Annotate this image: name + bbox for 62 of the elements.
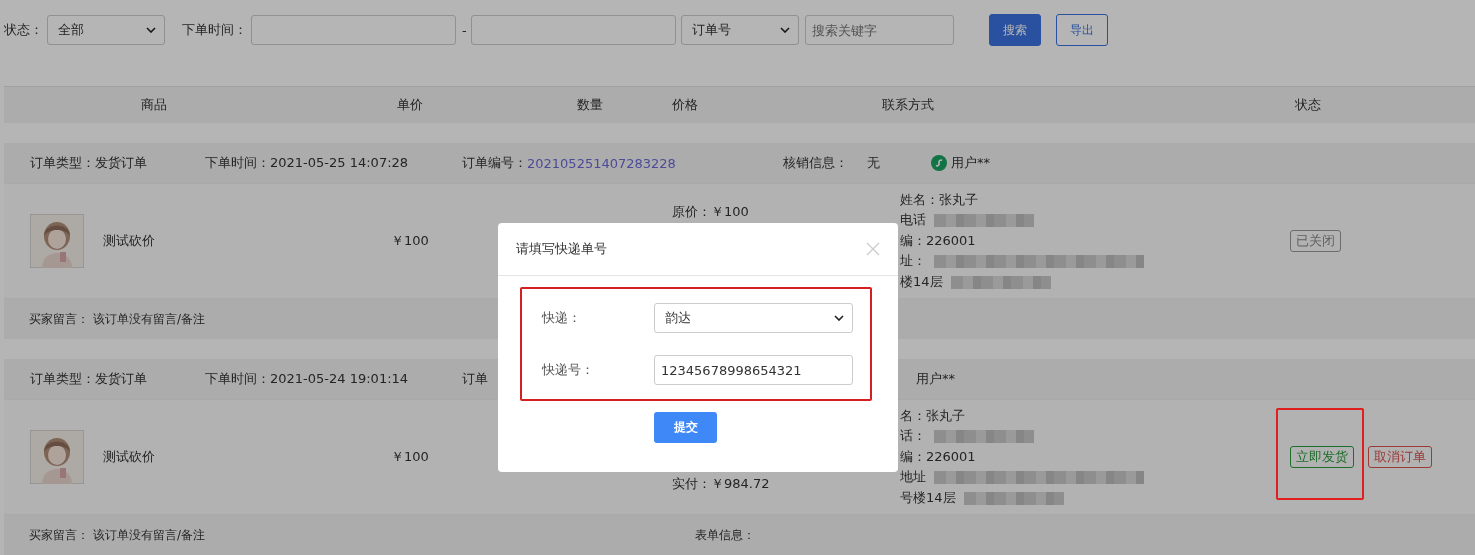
courier-select[interactable]: 韵达 bbox=[654, 303, 853, 333]
tracking-number-field[interactable]: 12345678998654321 bbox=[654, 355, 853, 385]
verify-value: 无 bbox=[867, 154, 881, 172]
contact-line: 编：226001 bbox=[900, 231, 976, 250]
order-time: 下单时间：2021-05-25 14:07:28 bbox=[205, 154, 410, 172]
product-name: 测试砍价 bbox=[103, 232, 155, 250]
link-icon bbox=[931, 155, 947, 171]
cancel-button[interactable]: 取消订单 bbox=[1368, 446, 1432, 468]
note-text: 该订单没有留言/备注 bbox=[93, 310, 206, 328]
contact-line: 名：张丸子 bbox=[900, 406, 965, 425]
column-header: 商品 bbox=[140, 96, 168, 114]
price-line: 原价：￥100 bbox=[672, 203, 749, 221]
column-header: 价格 bbox=[671, 96, 699, 114]
unit-price: ￥100 bbox=[391, 448, 429, 466]
note-label: 买家留言： bbox=[29, 526, 89, 544]
price-line: 实付：￥984.72 bbox=[672, 475, 770, 493]
verify-label: 核销信息： bbox=[783, 154, 849, 172]
search-type-select[interactable]: 订单号 bbox=[680, 15, 799, 45]
submit-button[interactable]: 提交 bbox=[654, 412, 717, 443]
user-name: 用户** bbox=[916, 370, 955, 388]
tracking-number-label: 快递号： bbox=[542, 361, 595, 379]
dialog-title: 请填写快递单号 bbox=[516, 240, 607, 258]
column-header: 数量 bbox=[576, 96, 604, 114]
order-type: 订单类型：发货订单 bbox=[30, 370, 148, 388]
contact-line: 电话 bbox=[900, 211, 926, 230]
order-number-label: 订单编号： bbox=[462, 154, 527, 172]
unit-price: ￥100 bbox=[391, 232, 429, 250]
start-date-field[interactable] bbox=[251, 15, 456, 45]
range-separator: - bbox=[462, 22, 467, 38]
chevron-down-icon bbox=[834, 315, 844, 321]
order-time: 下单时间：2021-05-24 19:01:14 bbox=[205, 370, 410, 388]
chevron-down-icon bbox=[146, 27, 156, 33]
ship-button[interactable]: 立即发货 bbox=[1290, 446, 1354, 468]
export-button[interactable]: 导出 bbox=[1055, 14, 1108, 46]
status-select[interactable]: 全部 bbox=[47, 15, 165, 45]
note-text: 该订单没有留言/备注 bbox=[93, 526, 206, 544]
status-label: 状态： bbox=[4, 21, 43, 39]
close-icon[interactable] bbox=[866, 242, 880, 256]
contact-line: 址： bbox=[900, 252, 926, 271]
user-name: 用户** bbox=[951, 154, 990, 172]
order-type: 订单类型：发货订单 bbox=[30, 154, 148, 172]
courier-label: 快递： bbox=[542, 309, 582, 327]
contact-line: 号楼14层 bbox=[900, 488, 956, 507]
search-field[interactable]: 搜索关键字 bbox=[804, 15, 954, 45]
contact-line: 地址 bbox=[900, 468, 926, 487]
column-header: 状态 bbox=[1294, 96, 1322, 114]
contact-line: 话： bbox=[900, 427, 926, 446]
status-tag: 已关闭 bbox=[1290, 230, 1341, 252]
end-date-field[interactable] bbox=[470, 15, 676, 45]
order-time-label: 下单时间： bbox=[182, 21, 247, 39]
column-header: 联系方式 bbox=[881, 96, 935, 114]
form-info-label: 表单信息： bbox=[695, 526, 756, 544]
search-button[interactable]: 搜索 bbox=[988, 14, 1041, 46]
column-header: 单价 bbox=[396, 96, 424, 114]
note-label: 买家留言： bbox=[29, 310, 89, 328]
order-number-link[interactable]: 202105251407283228 bbox=[527, 155, 727, 171]
contact-line: 姓名：张丸子 bbox=[900, 190, 978, 209]
chevron-down-icon bbox=[779, 27, 790, 33]
contact-line: 编：226001 bbox=[900, 447, 976, 466]
contact-line: 楼14层 bbox=[900, 272, 943, 291]
order-number-label: 订单 bbox=[462, 370, 488, 388]
product-name: 测试砍价 bbox=[103, 448, 155, 466]
